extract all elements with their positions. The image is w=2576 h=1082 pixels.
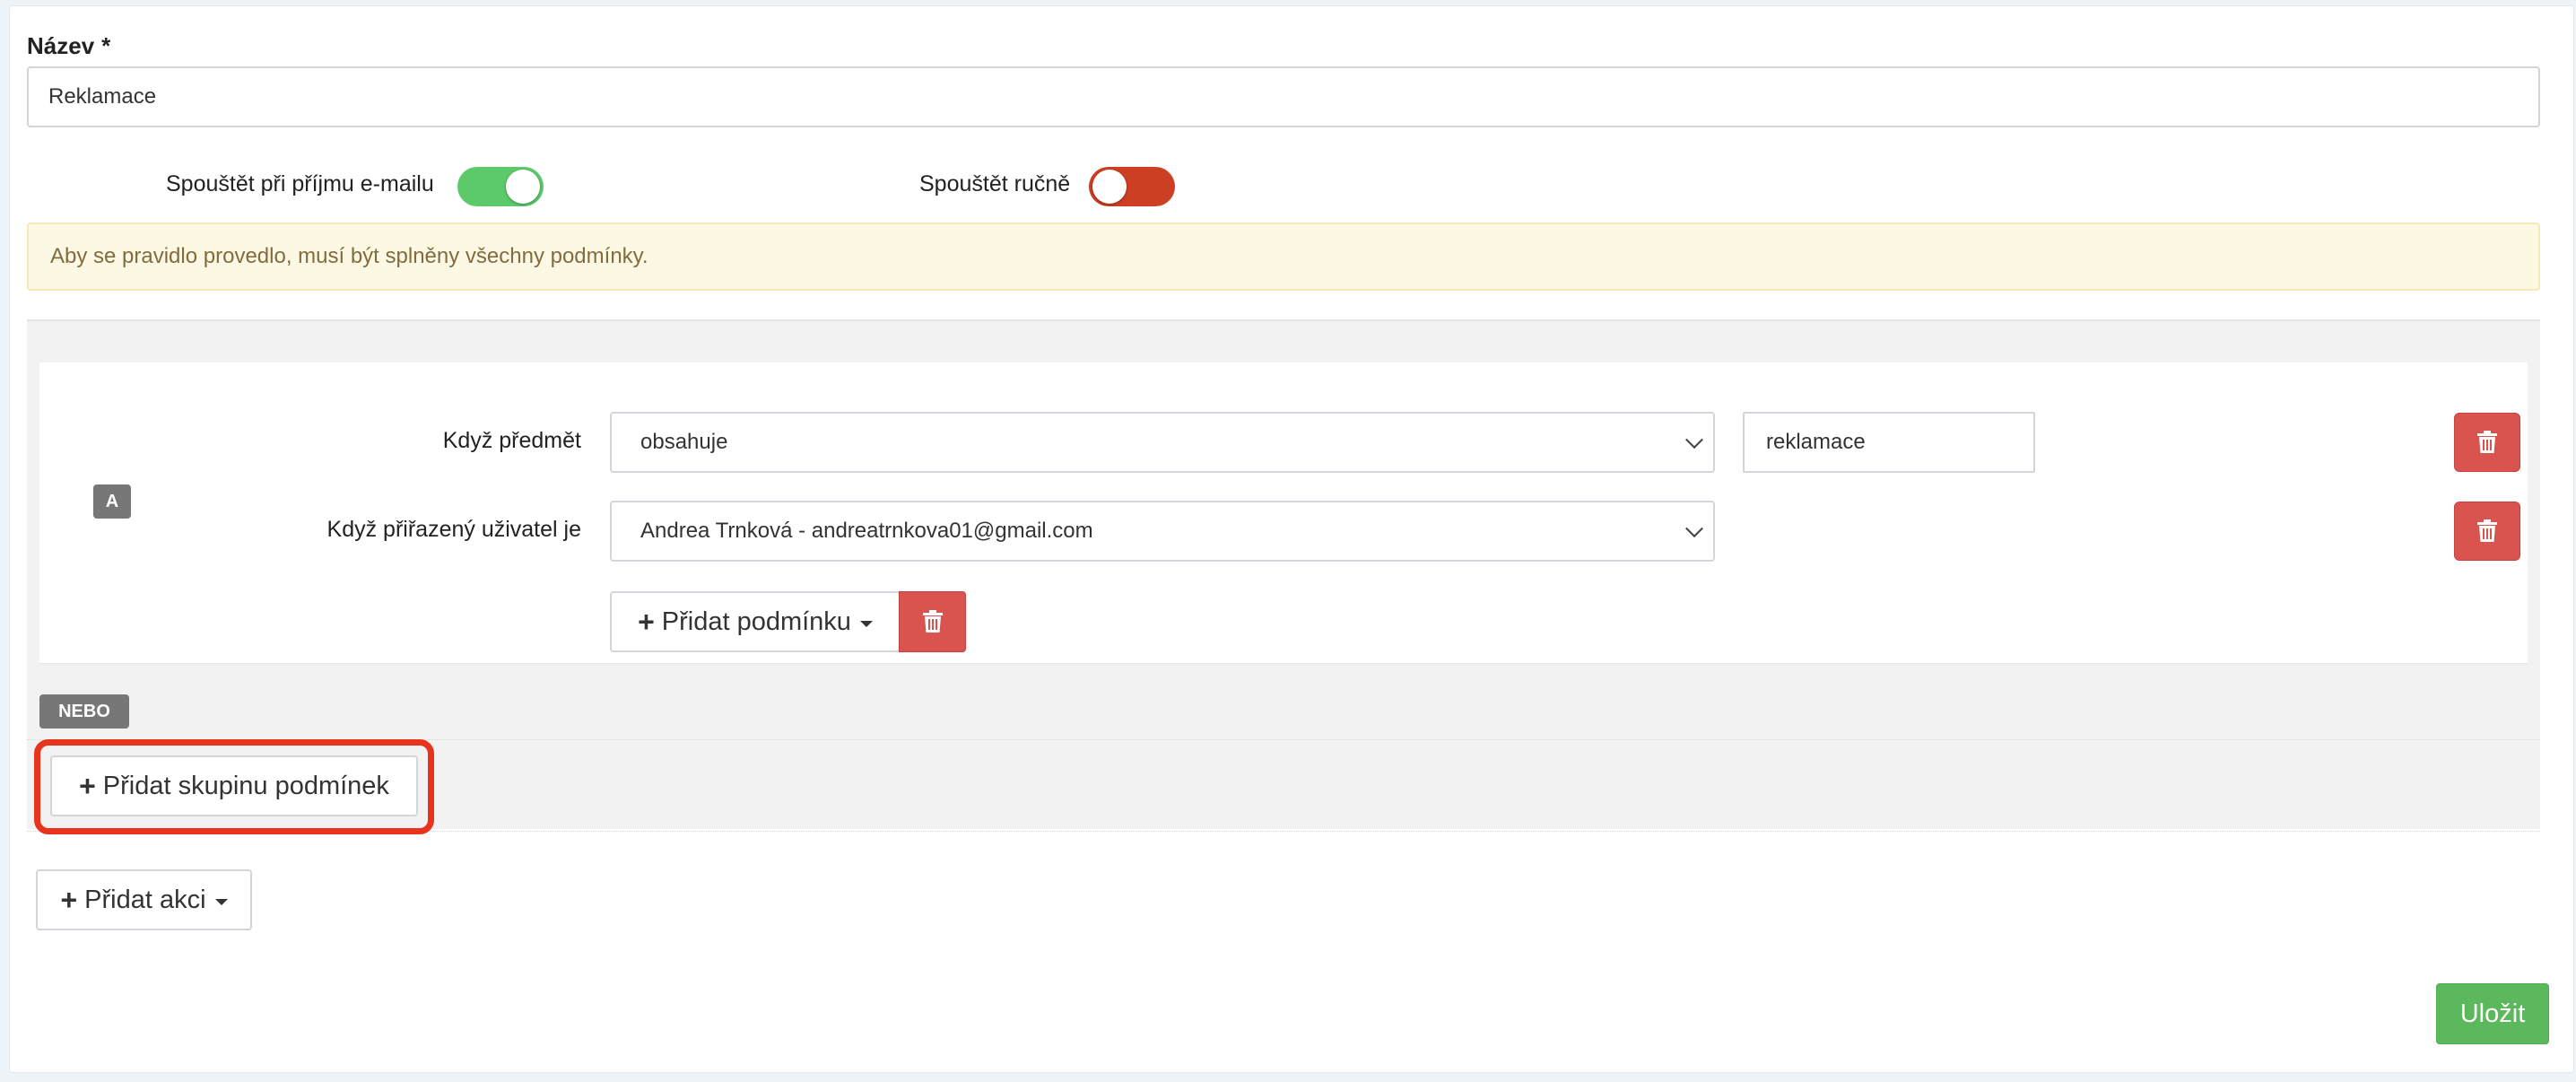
toggle-manual-label: Spouštět ručně: [919, 171, 1071, 196]
plus-icon: +: [60, 884, 78, 916]
trash-icon: [2477, 431, 2497, 453]
assignee-select-value: Andrea Trnková - andreatrnkova01@gmail.c…: [640, 519, 1093, 543]
caret-down-icon: [214, 898, 228, 905]
delete-condition-button[interactable]: [2454, 502, 2520, 561]
highlight-outline: [34, 739, 434, 834]
operator-select-subject[interactable]: obsahuje: [610, 412, 1715, 473]
chevron-down-icon: [1685, 519, 1703, 538]
delete-condition-button[interactable]: [2454, 413, 2520, 472]
caret-down-icon: [859, 620, 873, 627]
required-mark: *: [101, 32, 111, 59]
condition-label-assignee: Když přiřazený uživatel je: [326, 517, 581, 542]
toggle-knob: [506, 170, 540, 204]
add-action-label: Přidat akci: [84, 885, 206, 914]
trash-icon: [922, 610, 943, 633]
plus-icon: +: [638, 606, 655, 638]
operator-select-value: obsahuje: [640, 430, 728, 454]
name-input[interactable]: [27, 66, 2540, 127]
delete-group-button[interactable]: [899, 591, 966, 652]
chevron-down-icon: [1685, 431, 1703, 449]
condition-value-input[interactable]: [1743, 412, 2035, 473]
condition-label-subject: Když předmět: [442, 428, 581, 453]
or-badge: NEBO: [39, 694, 129, 729]
add-action-button[interactable]: + Přidat akci: [36, 869, 252, 930]
assignee-select[interactable]: Andrea Trnková - andreatrnkova01@gmail.c…: [610, 501, 1715, 562]
toggle-email-switch[interactable]: [457, 167, 544, 206]
add-condition-button[interactable]: + Přidat podmínku: [610, 591, 901, 652]
toggle-email-label: Spouštět při příjmu e-mailu: [166, 171, 434, 196]
group-badge: A: [93, 484, 131, 519]
trash-icon: [2477, 519, 2497, 542]
save-button[interactable]: Uložit: [2436, 983, 2549, 1044]
name-label: Název *: [27, 32, 111, 59]
conditions-alert: Aby se pravidlo provedlo, musí být splně…: [27, 223, 2540, 291]
toggle-knob: [1092, 170, 1127, 204]
add-condition-label: Přidat podmínku: [661, 606, 851, 636]
toggle-manual-switch[interactable]: [1089, 167, 1175, 206]
